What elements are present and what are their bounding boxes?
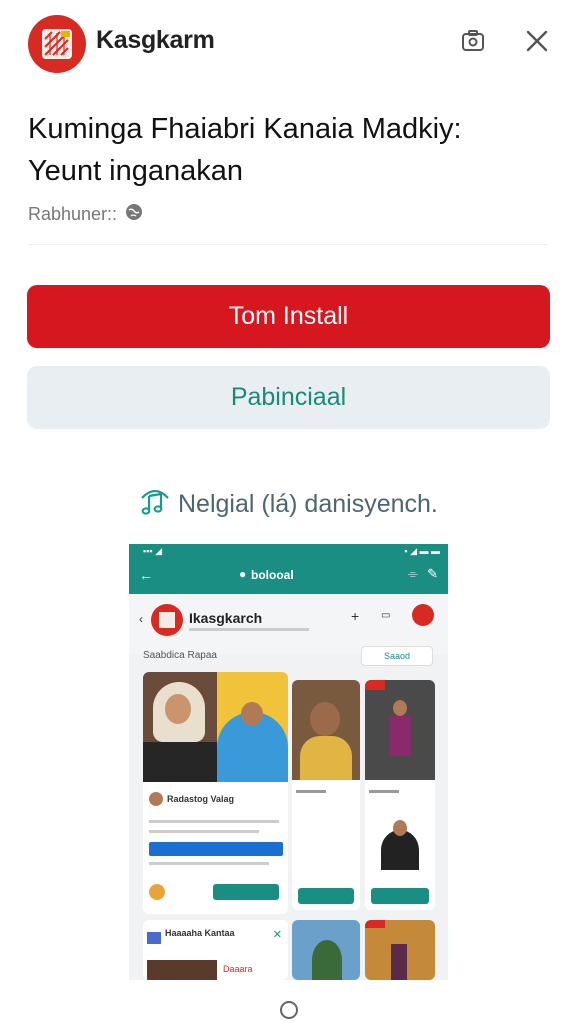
phone-tag: Daaara [223,964,253,974]
phone-card-title: Radastog Valag [167,794,235,804]
bar-dot-icon: ● [239,567,247,581]
phone-card-bottom-right [365,920,435,980]
app-logo [28,15,86,73]
divider [28,244,548,245]
home-indicator[interactable] [280,1001,298,1019]
back-arrow-icon: ← [139,567,153,583]
phone-card-right [365,680,435,910]
phone-card-middle [292,680,360,910]
phone-list-title: Haaaaha Kantaa [165,928,235,938]
camera-icon[interactable] [458,26,488,56]
headline-line-2: Yeunt inganakan [28,155,244,187]
share-icon: ⌯ [407,566,418,581]
headline-line-1: Kuminga Fhaiabri Kanaia Madkiy: [28,113,462,145]
globe-icon [125,203,143,226]
app-logo-mark [42,29,72,59]
phone-section-label: Saabdica Rapaa [143,650,217,661]
phone-bar-title: bolooal [251,568,294,582]
phone-app-logo [151,604,183,636]
preview-caption-text: Nelgial (lá) danisyench. [178,490,438,518]
phone-top-bar: ← bolooal ● ⌯ ✎ [129,558,448,594]
phone-status-bar: ▪▪▪ ◢ ▪ ◢ ▬ ▬ [129,544,448,558]
phone-app-row: ‹ Ikasgkarch + ▭ [129,594,448,654]
preview-caption: Nelgial (lá) danisyench. [138,484,438,525]
phone-card-main: Radastog Valag [143,672,288,914]
phone-app-name: Ikasgkarch [189,610,263,626]
phone-card-bottom-left: Haaaaha Kantaa ✕ Daaara [143,920,288,980]
page-title: Kuminga Fhaiabri Kanaia Madkiy: Yeunt in… [28,108,548,192]
secondary-button[interactable]: Pabinciaal [27,366,550,429]
publisher-label: Rabhuner:: [28,204,118,224]
install-button[interactable]: Tom Install [27,285,550,348]
publisher-row: Rabhuner:: [28,203,143,226]
phone-card-bottom-mid [292,920,360,980]
music-note-icon [138,484,172,525]
edit-icon: ✎ [427,566,438,581]
app-name: Kasgkarm [96,26,215,54]
close-icon[interactable] [522,26,552,56]
app-screenshot-preview: ▪▪▪ ◢ ▪ ◢ ▬ ▬ ← bolooal ● ⌯ ✎ ‹ Ikasgkar… [129,544,448,980]
phone-section-action: Saaod [361,646,433,666]
